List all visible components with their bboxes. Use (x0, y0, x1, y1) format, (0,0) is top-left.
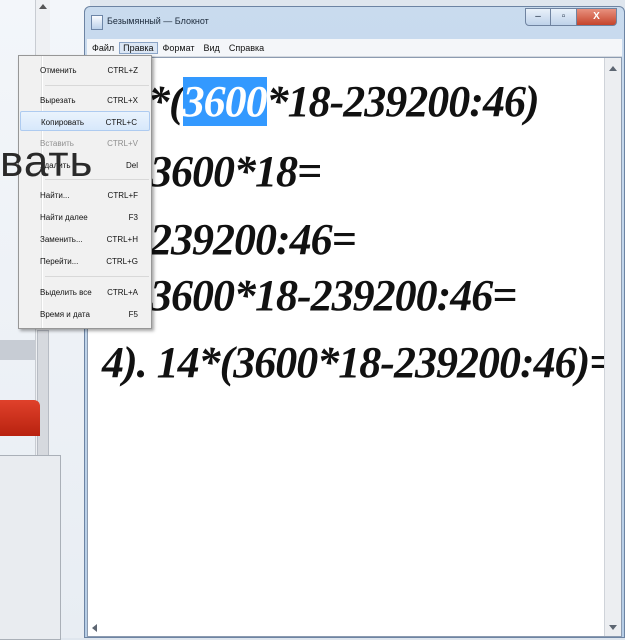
scroll-up-arrow-icon[interactable] (39, 4, 47, 9)
line1-prefix: *( (148, 77, 184, 126)
menu-item-shortcut: F5 (128, 310, 138, 319)
caption-buttons: – ▫ X (525, 8, 617, 28)
title-bar[interactable]: Безымянный — Блокнот – ▫ X (85, 7, 624, 39)
document-line-1: *(3600*18-239200:46) (148, 77, 540, 126)
scroll-left-icon[interactable] (92, 624, 97, 632)
menu-item-shortcut: CTRL+C (105, 118, 137, 127)
scroll-up-icon[interactable] (609, 66, 617, 71)
menu-item-label: Выделить все (40, 288, 92, 297)
menu-item-shortcut: CTRL+H (106, 235, 138, 244)
menu-separator (45, 85, 149, 86)
menu-item-find-next[interactable]: Найти далее F3 (20, 207, 150, 227)
menu-item-replace[interactable]: Заменить... CTRL+H (20, 229, 150, 249)
menu-item-goto[interactable]: Перейти... CTRL+G (20, 251, 150, 271)
menu-item-shortcut: Del (125, 161, 138, 170)
document-line-5: 4). 14*(3600*18-239200:46)= (102, 338, 614, 387)
close-button[interactable]: X (577, 8, 617, 26)
menu-item-shortcut: CTRL+X (107, 96, 138, 105)
document-line-4: 3600*18-239200:46= (150, 271, 517, 320)
menu-item-select-all[interactable]: Выделить все CTRL+A (20, 282, 150, 302)
minimize-button[interactable]: – (525, 8, 551, 26)
menu-help[interactable]: Справка (225, 42, 268, 54)
menu-view[interactable]: Вид (200, 42, 224, 54)
menu-item-undo[interactable]: Отменить CTRL+Z (20, 60, 150, 80)
menu-format[interactable]: Формат (159, 42, 199, 54)
menu-file[interactable]: Файл (88, 42, 118, 54)
menu-item-cut[interactable]: Вырезать CTRL+X (20, 90, 150, 110)
menu-item-shortcut: CTRL+V (107, 139, 138, 148)
overlay-caption: вать (0, 137, 94, 186)
menu-item-label: Заменить... (40, 235, 83, 244)
notepad-window: Безымянный — Блокнот – ▫ X Файл Правка Ф… (84, 6, 625, 638)
menu-item-shortcut: CTRL+Z (107, 66, 138, 75)
menu-bar: Файл Правка Формат Вид Справка (87, 39, 622, 57)
menu-item-time-date[interactable]: Время и дата F5 (20, 304, 150, 324)
notepad-icon (91, 15, 103, 30)
window-title: Безымянный — Блокнот (107, 16, 209, 26)
document-line-2: 3600*18= (150, 147, 322, 196)
scroll-down-icon[interactable] (609, 625, 617, 630)
menu-item-label: Вырезать (40, 96, 76, 105)
menu-item-shortcut: CTRL+F (107, 191, 138, 200)
selected-text[interactable]: 3600 (182, 77, 268, 126)
menu-item-label: Найти... (40, 191, 70, 200)
menu-item-find[interactable]: Найти... CTRL+F (20, 185, 150, 205)
menu-item-label: Время и дата (40, 310, 90, 319)
menu-item-label: Отменить (40, 66, 77, 75)
menu-item-shortcut: F3 (128, 213, 138, 222)
vertical-scrollbar[interactable] (604, 58, 621, 636)
menu-edit[interactable]: Правка (119, 41, 158, 54)
menu-item-shortcut: CTRL+G (106, 257, 138, 266)
menu-separator (45, 276, 149, 277)
menu-item-label: Копировать (41, 118, 85, 127)
maximize-button[interactable]: ▫ (551, 8, 577, 26)
background-red-bar (0, 400, 40, 436)
menu-item-label: Перейти... (40, 257, 79, 266)
document-line-3: 239200:46= (150, 215, 357, 264)
line1-suffix: *18-239200:46) (266, 77, 540, 126)
edit-menu-dropdown: Отменить CTRL+Z Вырезать CTRL+X Копировать… (18, 55, 152, 329)
text-editor[interactable]: *(3600*18-239200:46) 3600*18= 239200:46=… (87, 57, 622, 637)
menu-item-shortcut: CTRL+A (107, 288, 138, 297)
menu-item-label: Найти далее (40, 213, 88, 222)
menu-item-copy[interactable]: Копировать CTRL+C (20, 111, 150, 131)
background-panel (0, 455, 61, 640)
background-band (0, 340, 35, 360)
